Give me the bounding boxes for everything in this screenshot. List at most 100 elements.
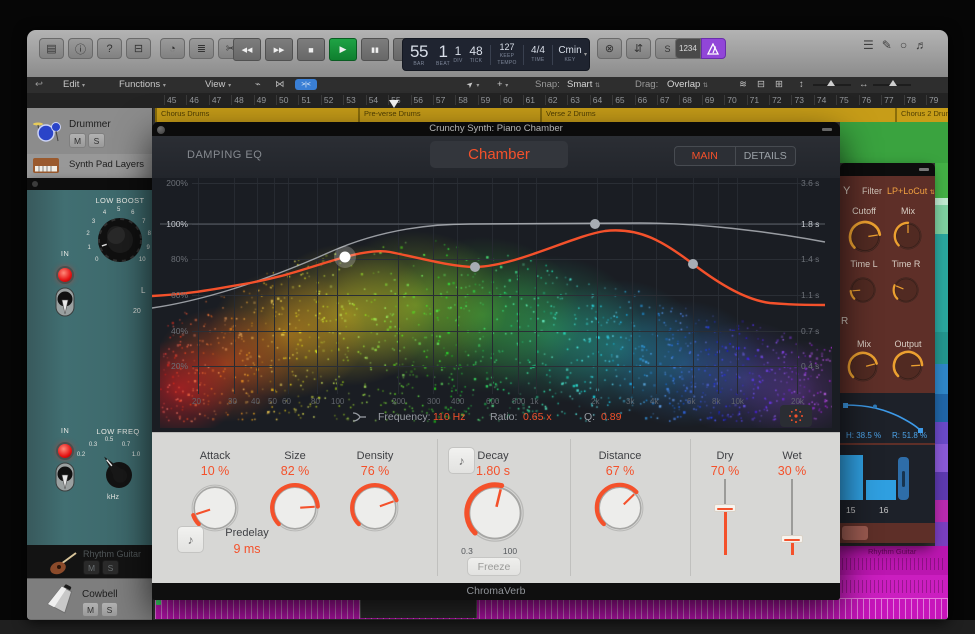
eq-node[interactable] (470, 262, 480, 272)
region-strip[interactable] (935, 234, 948, 332)
distance-value[interactable]: 67 % (580, 464, 660, 478)
tap-bar-16[interactable] (866, 480, 896, 500)
size-value[interactable]: 82 % (255, 464, 335, 478)
inspector-button[interactable]: ⓘ (68, 38, 93, 59)
ratio-value[interactable]: 0.65 x (523, 411, 552, 423)
vzoom-handle[interactable] (827, 80, 835, 86)
predelay-value[interactable]: 9 ms (207, 542, 287, 556)
mix-top-knob[interactable] (893, 221, 923, 251)
region-chorus-drums[interactable]: Chorus Drums (155, 108, 360, 122)
close-icon[interactable] (157, 126, 165, 134)
region-strip[interactable] (935, 472, 948, 500)
catch-playhead-button[interactable]: >|< (295, 79, 317, 90)
solo-button[interactable]: S (88, 133, 105, 148)
minimize-icon[interactable] (822, 128, 832, 131)
snap-menu[interactable]: Smart ⇅ (567, 79, 600, 92)
q-value[interactable]: 0.89 (601, 411, 621, 423)
close-icon[interactable] (32, 181, 38, 187)
region-strip[interactable] (935, 444, 948, 472)
region-preverse-drums[interactable]: Pre-verse Drums (358, 108, 542, 122)
library-button[interactable]: ▤ (39, 38, 64, 59)
delay-partial-button[interactable] (842, 526, 868, 540)
mute-button[interactable]: M (83, 560, 100, 575)
playhead-marker[interactable] (389, 100, 399, 108)
zoom-fit-icon[interactable]: ⊞ (775, 79, 783, 91)
view-menu[interactable]: View ▾ (205, 79, 231, 92)
stop-button[interactable]: ■ (297, 38, 325, 61)
region-bottom-midi[interactable] (155, 598, 948, 619)
decay-value[interactable]: 1.80 s (453, 464, 533, 478)
crossfade-icon[interactable]: ⋈ (275, 79, 285, 91)
density-knob[interactable] (349, 482, 401, 534)
loop-browser-icon[interactable]: ○ (900, 38, 907, 52)
auto-track-zoom-icon[interactable]: ⊟ (757, 79, 765, 91)
track-header-drummer[interactable]: Drummer M S (27, 108, 152, 155)
tap-handle[interactable] (898, 457, 909, 500)
eq-node[interactable] (590, 219, 600, 229)
solo-button[interactable]: S (102, 560, 119, 575)
back-icon[interactable]: ↩ (35, 79, 43, 91)
mute-button[interactable]: M (69, 133, 86, 148)
preset-button[interactable]: Chamber (430, 141, 568, 168)
lcd-chevron-icon[interactable]: ▾ (584, 51, 587, 58)
mix-bot-knob[interactable] (847, 351, 879, 383)
dry-slider[interactable] (714, 479, 736, 557)
hzoom-handle[interactable] (889, 80, 897, 86)
region-chorus2-drums[interactable]: Chorus 2 Drums (895, 108, 948, 122)
wet-handle[interactable] (781, 535, 803, 543)
track-header-synth[interactable]: Synth Pad Layers (27, 154, 152, 178)
region-magenta[interactable] (840, 575, 948, 598)
in-toggle-top[interactable] (54, 287, 76, 317)
low-boost-knob[interactable] (95, 215, 145, 265)
vintage-eq-titlebar[interactable] (27, 178, 152, 190)
in-toggle-bottom[interactable] (54, 462, 76, 492)
mixer-button[interactable]: ≣ (189, 38, 214, 59)
visualizer-mode-button[interactable] (780, 405, 812, 427)
quick-help-button[interactable]: ? (97, 38, 122, 59)
toolbar-toggle-button[interactable]: ⊟ (126, 38, 151, 59)
vertical-zoom-slider[interactable] (813, 84, 851, 86)
play-button[interactable]: ▶ (329, 38, 357, 61)
frequency-value[interactable]: 110 Hz (433, 411, 466, 423)
filter-select[interactable]: LP+LoCut ⇅ (887, 186, 935, 196)
time-l-knob[interactable] (849, 276, 877, 304)
forward-button[interactable]: ▶▶ (265, 38, 293, 61)
dry-handle[interactable] (714, 504, 736, 512)
predelay-sync-button[interactable]: ♪ (177, 526, 204, 553)
region-strip[interactable] (935, 332, 948, 364)
region-green[interactable] (840, 122, 948, 163)
region-strip[interactable] (935, 394, 948, 422)
attack-value[interactable]: 10 % (175, 464, 255, 478)
solo-button[interactable]: S (101, 602, 118, 617)
list-editors-icon[interactable]: ☰ (863, 38, 874, 52)
edit-menu[interactable]: Edit ▾ (63, 79, 85, 92)
size-knob[interactable] (269, 482, 321, 534)
low-freq-knob[interactable] (95, 450, 139, 494)
tab-details[interactable]: DETAILS (735, 147, 796, 165)
metronome-button[interactable] (701, 38, 726, 59)
reverb-visualizer[interactable]: 200%100%80%60%40%20%3.6 s1.8 s1.4 s1.1 s… (152, 178, 840, 432)
functions-menu[interactable]: Functions ▾ (119, 79, 166, 92)
time-r-knob[interactable] (892, 276, 920, 304)
drag-menu[interactable]: Overlap ⇅ (667, 79, 708, 92)
distance-knob[interactable] (594, 482, 646, 534)
density-value[interactable]: 76 % (335, 464, 415, 478)
note-pads-icon[interactable]: ✎ (882, 38, 892, 52)
output-knob[interactable] (892, 350, 924, 382)
region-rhythm-guitar[interactable]: Rhythm Guitar (840, 546, 948, 575)
media-browser-icon[interactable]: ♬ (915, 38, 927, 52)
region-strip[interactable] (935, 422, 948, 444)
decay-knob[interactable] (463, 481, 527, 545)
input-monitor-button[interactable]: ⊗ (597, 38, 622, 59)
cutoff-knob[interactable] (848, 220, 882, 254)
region-strip[interactable] (935, 205, 948, 234)
plugin-titlebar[interactable]: Crunchy Synth: Piano Chamber (152, 122, 840, 136)
smart-controls-button[interactable]: ◔ (160, 38, 185, 59)
lcd-display[interactable]: 55BAR 1BEAT 1DIV 48TICK 127KEEPTEMPO 4/4… (402, 38, 590, 71)
count-in-button[interactable]: ⇵ (626, 38, 651, 59)
wet-slider[interactable] (781, 479, 803, 557)
tab-main[interactable]: MAIN (675, 147, 735, 165)
pause-button[interactable]: ▮▮ (361, 38, 389, 61)
mute-button[interactable]: M (82, 602, 99, 617)
pointer-tool-menu[interactable]: ➤ ▾ (467, 79, 479, 92)
